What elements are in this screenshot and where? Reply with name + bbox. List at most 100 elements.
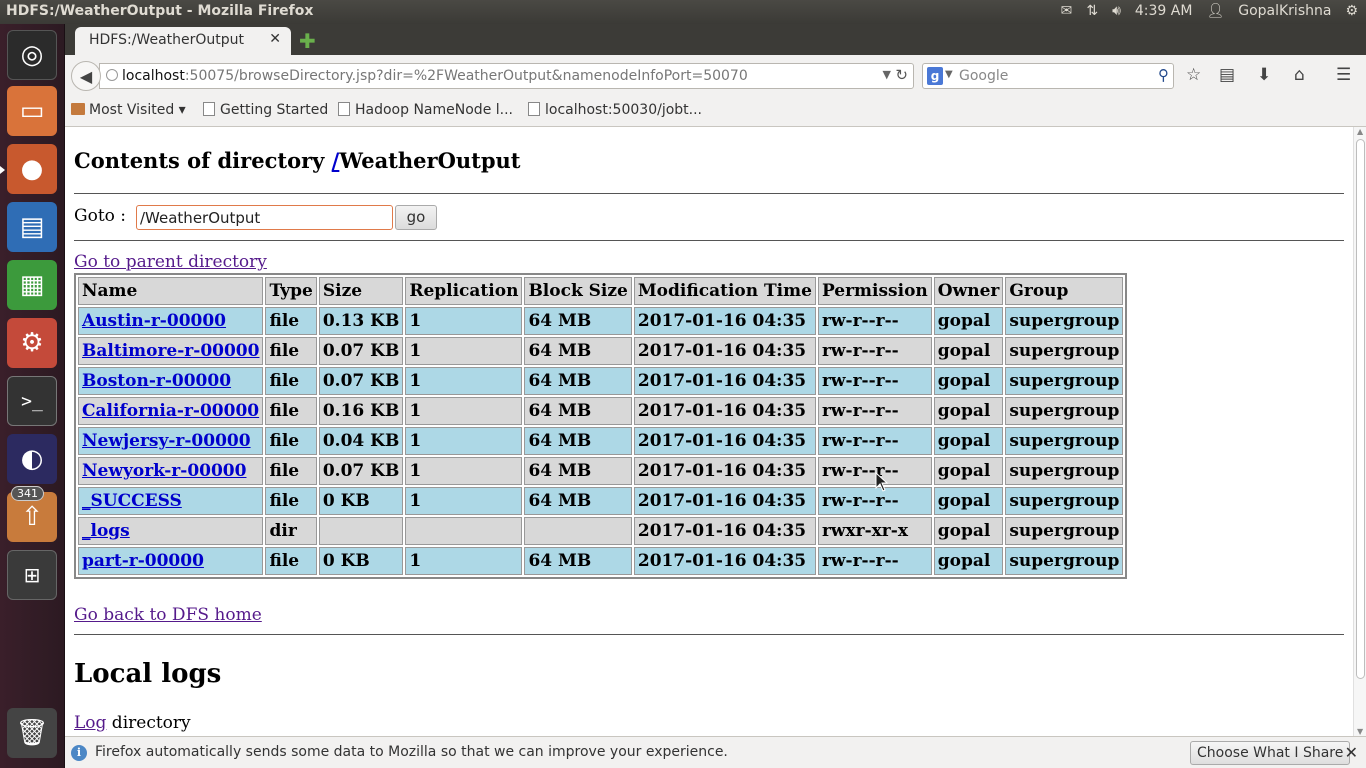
column-header: Size xyxy=(318,277,404,305)
go-button[interactable]: go xyxy=(395,205,437,230)
file-link[interactable]: Newyork-r-00000 xyxy=(82,461,246,481)
cell-mtime: 2017-01-16 04:35 xyxy=(633,367,816,395)
user-name[interactable]: GopalKrishna xyxy=(1238,3,1331,19)
file-link[interactable]: _SUCCESS xyxy=(82,491,182,511)
new-tab-plus-icon[interactable]: ✚ xyxy=(299,29,316,53)
engine-dropdown-icon[interactable]: ▼ xyxy=(945,69,953,80)
table-row: Baltimore-r-00000 file 0.07 KB 1 64 MB 2017-0… xyxy=(78,337,1124,365)
cell-replication: 1 xyxy=(405,367,523,395)
cell-perm: rw-r--r-- xyxy=(817,337,932,365)
reload-icon[interactable]: ↻ xyxy=(895,66,908,84)
cell-block xyxy=(524,517,632,545)
search-icon[interactable]: ⚲ xyxy=(1158,66,1169,84)
cell-mtime: 2017-01-16 04:35 xyxy=(633,547,816,575)
home-icon[interactable]: ⌂ xyxy=(1294,65,1305,85)
cell-type: file xyxy=(265,427,317,455)
table-row: California-r-00000 file 0.16 KB 1 64 MB 2017-… xyxy=(78,397,1124,425)
scroll-up-icon[interactable]: ▲ xyxy=(1357,127,1363,136)
power-gear-icon[interactable]: ⚙ xyxy=(1345,3,1358,19)
cell-mtime: 2017-01-16 04:35 xyxy=(633,427,816,455)
bookmark-hadoop-namenode[interactable]: Hadoop NameNode l... xyxy=(338,102,513,118)
user-icon: 👤︎ xyxy=(1206,3,1225,19)
settings-icon[interactable]: ⚙ xyxy=(7,318,57,368)
menu-icon[interactable]: ☰ xyxy=(1336,65,1351,85)
cell-group: supergroup xyxy=(1005,457,1124,485)
page-scrollbar[interactable]: ▲ ▼ xyxy=(1353,127,1366,736)
software-updater-icon[interactable]: ⇧ 341 xyxy=(7,486,57,542)
eclipse-icon[interactable]: ◐ xyxy=(7,434,57,484)
writer-icon[interactable]: ▤ xyxy=(7,202,57,252)
file-link[interactable]: California-r-00000 xyxy=(82,401,259,421)
cell-perm: rw-r--r-- xyxy=(817,547,932,575)
back-arrow-icon: ◀ xyxy=(79,66,93,86)
back-button[interactable]: ◀ xyxy=(71,61,101,91)
parent-directory-link[interactable]: Go to parent directory xyxy=(74,252,267,272)
mail-icon[interactable]: ✉ xyxy=(1061,3,1073,19)
cell-name: _logs xyxy=(78,517,264,545)
file-link[interactable]: _logs xyxy=(82,521,130,541)
tab-title: HDFS:/WeatherOutput xyxy=(89,32,245,48)
files-icon[interactable]: ▭ xyxy=(7,86,57,136)
bookmarks-list-icon[interactable]: ▤ xyxy=(1219,65,1235,85)
downloads-icon[interactable]: ⬇ xyxy=(1257,65,1271,85)
cell-mtime: 2017-01-16 04:35 xyxy=(633,457,816,485)
firefox-icon[interactable]: ● xyxy=(7,144,57,194)
column-header: Permission xyxy=(817,277,932,305)
search-box[interactable]: g ▼ Google ⚲ xyxy=(922,63,1174,89)
table-row: Newyork-r-00000 file 0.07 KB 1 64 MB 2017-01-… xyxy=(78,457,1124,485)
history-dropdown-icon[interactable]: ▼ xyxy=(883,68,891,81)
cell-type: file xyxy=(265,367,317,395)
clock[interactable]: 4:39 AM xyxy=(1135,3,1193,19)
cell-replication: 1 xyxy=(405,427,523,455)
cell-block: 64 MB xyxy=(524,487,632,515)
cell-perm: rwxr-xr-x xyxy=(817,517,932,545)
file-link[interactable]: Baltimore-r-00000 xyxy=(82,341,259,361)
bookmark-jobtracker[interactable]: localhost:50030/jobt... xyxy=(528,102,702,118)
ubuntu-dash-icon[interactable]: ◎ xyxy=(7,30,57,80)
url-bar[interactable]: localhost:50075/browseDirectory.jsp?dir=… xyxy=(99,63,914,89)
google-engine-icon[interactable]: g xyxy=(927,67,943,85)
close-tab-icon[interactable]: ✕ xyxy=(269,31,281,47)
cell-size: 0.16 KB xyxy=(318,397,404,425)
bookmark-star-icon[interactable]: ☆ xyxy=(1186,65,1201,85)
tab-hdfs[interactable]: HDFS:/WeatherOutput ✕ xyxy=(75,27,291,55)
file-link[interactable]: Boston-r-00000 xyxy=(82,371,231,391)
cell-owner: gopal xyxy=(933,547,1004,575)
close-notification-icon[interactable]: ✕ xyxy=(1345,743,1358,762)
terminal-icon[interactable]: >_ xyxy=(7,376,57,426)
divider xyxy=(74,240,1344,241)
cell-mtime: 2017-01-16 04:35 xyxy=(633,397,816,425)
cell-block: 64 MB xyxy=(524,337,632,365)
workspace-switcher-icon[interactable]: ⊞ xyxy=(7,550,57,600)
network-icon[interactable]: ⇅ xyxy=(1086,3,1098,19)
calc-icon[interactable]: ▦ xyxy=(7,260,57,310)
file-link[interactable]: part-r-00000 xyxy=(82,551,204,571)
table-header-row: Name Type Size Replication Block Size Mo… xyxy=(78,277,1124,305)
table-row: Austin-r-00000 file 0.13 KB 1 64 MB 2017-01-1… xyxy=(78,307,1124,335)
url-text[interactable]: localhost:50075/browseDirectory.jsp?dir=… xyxy=(122,68,748,84)
scroll-down-icon[interactable]: ▼ xyxy=(1357,727,1363,736)
trash-icon[interactable]: 🗑︎ xyxy=(7,708,57,758)
volume-icon[interactable]: 🔊︎ xyxy=(1112,3,1121,19)
cell-size xyxy=(318,517,404,545)
cell-type: file xyxy=(265,397,317,425)
cell-mtime: 2017-01-16 04:35 xyxy=(633,337,816,365)
bookmark-most-visited[interactable]: Most Visited ▾ xyxy=(71,102,186,118)
divider xyxy=(74,634,1344,635)
cell-mtime: 2017-01-16 04:35 xyxy=(633,307,816,335)
goto-input[interactable] xyxy=(136,205,393,230)
cell-owner: gopal xyxy=(933,487,1004,515)
bookmark-getting-started[interactable]: Getting Started xyxy=(203,102,328,118)
page-content: Contents of directory /WeatherOutput Got… xyxy=(65,127,1353,736)
file-link[interactable]: Newjersy-r-00000 xyxy=(82,431,251,451)
window-title: HDFS:/WeatherOutput - Mozilla Firefox xyxy=(6,3,314,19)
choose-what-i-share-button[interactable]: Choose What I Share xyxy=(1190,741,1351,765)
cell-perm: rw-r--r-- xyxy=(817,367,932,395)
log-link[interactable]: Log xyxy=(74,713,106,733)
scrollbar-thumb[interactable] xyxy=(1356,139,1365,679)
cell-size: 0 KB xyxy=(318,547,404,575)
cell-owner: gopal xyxy=(933,337,1004,365)
file-link[interactable]: Austin-r-00000 xyxy=(82,311,226,331)
dfs-home-link[interactable]: Go back to DFS home xyxy=(74,605,262,625)
info-icon: i xyxy=(71,745,87,761)
